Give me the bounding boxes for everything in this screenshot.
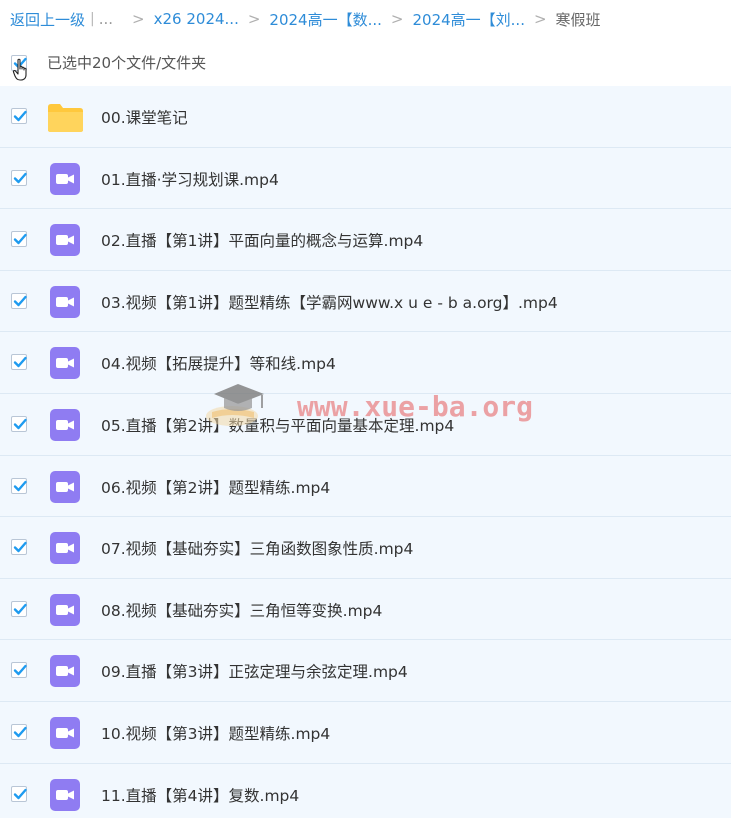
file-row[interactable]: 11.直播【第4讲】复数.mp4 (0, 763, 731, 818)
breadcrumb-arrow-icon: > (533, 10, 547, 28)
checkmark-icon (13, 233, 27, 245)
breadcrumb-arrow-icon: > (247, 10, 261, 28)
checkmark-icon (13, 788, 27, 799)
video-icon (50, 716, 80, 749)
file-checkbox[interactable] (11, 108, 27, 124)
file-row[interactable]: 01.直播·学习规划课.mp4 (0, 147, 731, 210)
checkmark-icon (13, 665, 27, 676)
file-name[interactable]: 05.直播【第2讲】数量积与平面向量基本定理.mp4 (101, 414, 454, 436)
file-name[interactable]: 04.视频【拓展提升】等和线.mp4 (101, 352, 336, 374)
file-checkbox[interactable] (11, 539, 27, 556)
breadcrumb-current: 寒假班 (555, 10, 601, 29)
file-checkbox[interactable] (11, 723, 27, 740)
file-checkbox[interactable] (11, 354, 27, 371)
file-row[interactable]: 03.视频【第1讲】题型精练【学霸网www.x u e - b a.org】.m… (0, 270, 731, 333)
file-checkbox[interactable] (11, 785, 27, 802)
file-checkbox[interactable] (11, 662, 27, 679)
file-name[interactable]: 06.视频【第2讲】题型精练.mp4 (101, 476, 330, 498)
breadcrumb-ellipsis[interactable]: ... (99, 10, 113, 28)
checkmark-icon (13, 295, 27, 306)
checkmark-icon (13, 726, 27, 738)
breadcrumb-item[interactable]: x26 2024... (154, 10, 239, 28)
file-checkbox[interactable] (11, 415, 27, 432)
file-checkbox[interactable] (11, 292, 27, 309)
file-row[interactable]: 00.课堂笔记 (0, 86, 731, 148)
file-list: 00.课堂笔记 01.直播·学习规划课.mp4 02.直播【第1讲】平面向量的概念与… (0, 86, 731, 818)
video-icon (50, 655, 80, 688)
file-name[interactable]: 00.课堂笔记 (101, 106, 188, 128)
breadcrumb: 返回上一级 | ... > x26 2024... > 2024高一【数... … (10, 8, 601, 30)
video-icon (50, 470, 80, 503)
breadcrumb-arrow-icon: > (390, 10, 404, 28)
breadcrumb-item[interactable]: 2024高一【数... (269, 9, 381, 30)
file-row[interactable]: 08.视频【基础夯实】三角恒等变换.mp4 (0, 578, 731, 641)
file-name[interactable]: 07.视频【基础夯实】三角函数图象性质.mp4 (101, 537, 413, 559)
breadcrumb-divider: | (90, 11, 95, 27)
checkmark-icon (13, 110, 27, 122)
file-name[interactable]: 10.视频【第3讲】题型精练.mp4 (101, 722, 330, 744)
video-icon (50, 408, 80, 441)
video-icon (50, 162, 80, 195)
file-checkbox[interactable] (11, 600, 27, 617)
file-name[interactable]: 11.直播【第4讲】复数.mp4 (101, 784, 299, 806)
file-row[interactable]: 09.直播【第3讲】正弦定理与余弦定理.mp4 (0, 640, 731, 702)
checkmark-icon (13, 172, 27, 183)
video-icon (50, 778, 80, 811)
file-checkbox[interactable] (11, 169, 27, 186)
checkmark-icon (13, 603, 27, 614)
file-row[interactable]: 02.直播【第1讲】平面向量的概念与运算.mp4 (0, 209, 731, 271)
folder-icon (47, 103, 84, 133)
breadcrumb-item[interactable]: 2024高一【刘... (412, 9, 524, 30)
file-name[interactable]: 08.视频【基础夯实】三角恒等变换.mp4 (101, 599, 382, 621)
file-name[interactable]: 01.直播·学习规划课.mp4 (101, 168, 279, 190)
video-icon (50, 347, 80, 380)
selection-header: 已选中20个文件/文件夹 (0, 44, 731, 84)
checkmark-icon (13, 418, 27, 430)
checkmark-icon (13, 541, 27, 553)
file-row[interactable]: 05.直播【第2讲】数量积与平面向量基本定理.mp4 (0, 393, 731, 456)
file-name[interactable]: 02.直播【第1讲】平面向量的概念与运算.mp4 (101, 229, 423, 251)
file-name[interactable]: 03.视频【第1讲】题型精练【学霸网www.x u e - b a.org】.m… (101, 291, 558, 313)
file-row[interactable]: 06.视频【第2讲】题型精练.mp4 (0, 455, 731, 518)
checkmark-icon (13, 357, 27, 368)
file-row[interactable]: 04.视频【拓展提升】等和线.mp4 (0, 332, 731, 394)
file-row[interactable]: 10.视频【第3讲】题型精练.mp4 (0, 701, 731, 764)
selection-count: 已选中20个文件/文件夹 (47, 54, 207, 72)
video-icon (50, 593, 80, 626)
video-icon (50, 224, 80, 257)
file-row[interactable]: 07.视频【基础夯实】三角函数图象性质.mp4 (0, 517, 731, 579)
file-checkbox[interactable] (11, 231, 27, 248)
checkmark-icon (13, 480, 27, 491)
file-browser: 返回上一级 | ... > x26 2024... > 2024高一【数... … (0, 0, 731, 818)
breadcrumb-arrow-icon: > (132, 10, 145, 28)
video-icon (50, 532, 80, 565)
file-name[interactable]: 09.直播【第3讲】正弦定理与余弦定理.mp4 (101, 660, 408, 682)
hand-cursor-icon (12, 58, 27, 81)
back-link[interactable]: 返回上一级 (10, 9, 85, 30)
video-icon (50, 285, 80, 318)
file-checkbox[interactable] (11, 477, 27, 494)
